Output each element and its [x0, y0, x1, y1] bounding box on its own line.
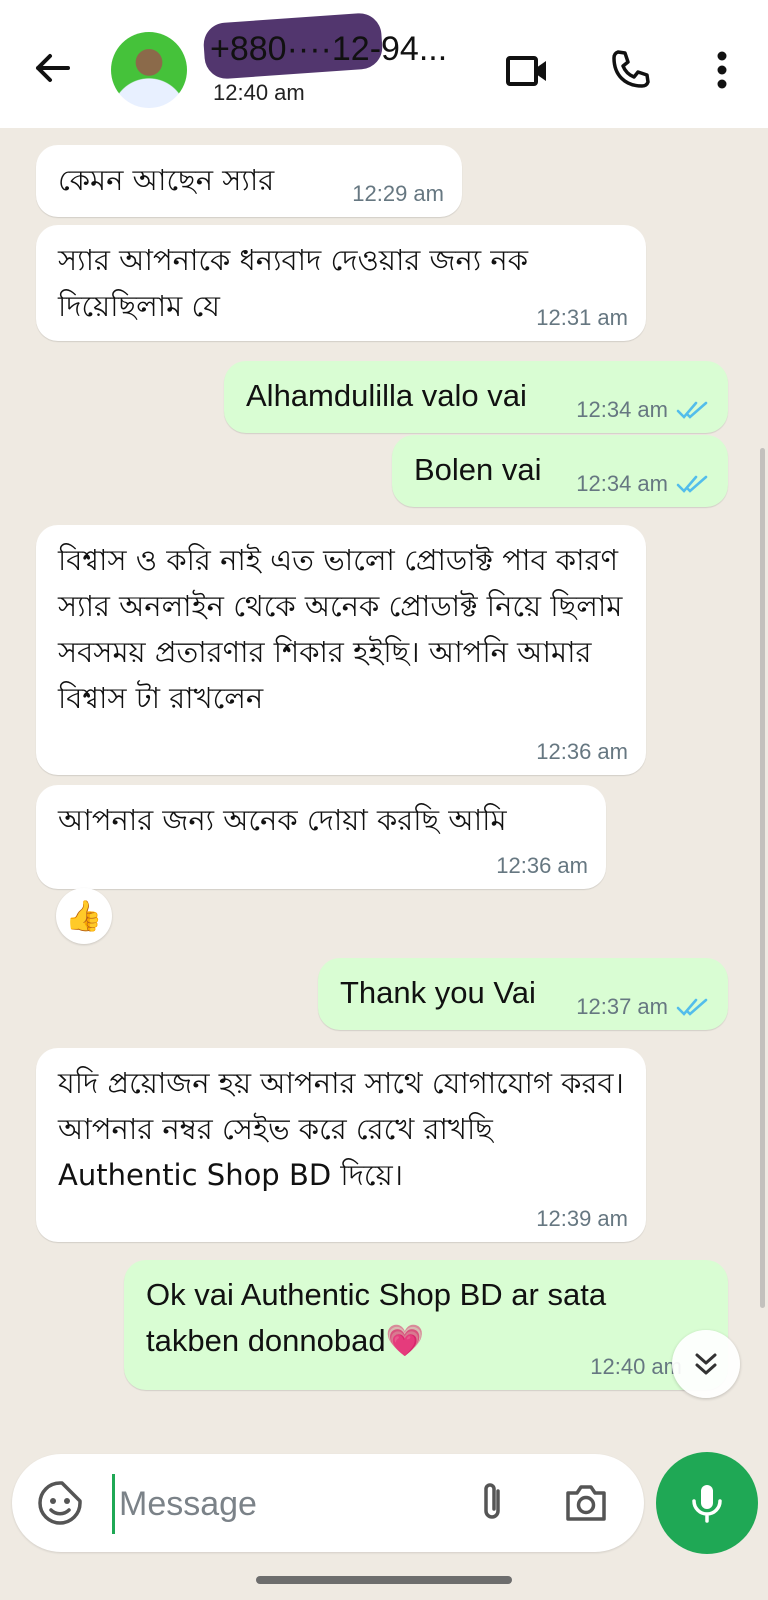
contact-name[interactable]: +880····12-94...	[210, 30, 447, 69]
outgoing-message[interactable]: Bolen vai 12:34 am	[392, 435, 728, 507]
message-time: 12:36 am	[496, 853, 588, 878]
read-receipt-icon	[676, 998, 708, 1016]
camera-icon[interactable]	[562, 1479, 610, 1527]
message-time-label: 12:37 am	[576, 994, 668, 1019]
message-list[interactable]: কেমন আছেন স্যার 12:29 am স্যার আপনাকে ধন…	[0, 128, 768, 1430]
incoming-message[interactable]: কেমন আছেন স্যার 12:29 am	[36, 145, 462, 217]
message-time: 12:37 am	[576, 994, 710, 1020]
message-time-label: 12:34 am	[576, 397, 668, 422]
outgoing-message[interactable]: Thank you Vai 12:37 am	[318, 958, 728, 1030]
sticker-icon[interactable]	[36, 1479, 84, 1527]
attach-icon[interactable]	[468, 1479, 516, 1527]
incoming-message[interactable]: স্যার আপনাকে ধন্যবাদ দেওয়ার জন্য নক দিয…	[36, 225, 646, 341]
scroll-to-bottom-button[interactable]	[672, 1330, 740, 1398]
outgoing-message[interactable]: Alhamdulilla valo vai 12:34 am	[224, 361, 728, 433]
video-call-icon[interactable]	[504, 46, 552, 94]
more-options-icon[interactable]	[698, 46, 746, 94]
incoming-message[interactable]: যদি প্রয়োজন হয় আপনার সাথে যোগাযোগ করব।…	[36, 1048, 646, 1242]
back-arrow-icon[interactable]	[28, 44, 76, 92]
message-text: আপনার জন্য অনেক দোয়া করছি আমি	[58, 803, 507, 837]
message-text: যদি প্রয়োজন হয় আপনার সাথে যোগাযোগ করব।…	[58, 1066, 634, 1192]
message-time: 12:34 am	[576, 471, 710, 497]
message-time: 12:34 am	[576, 397, 710, 423]
read-receipt-icon	[676, 475, 708, 493]
message-time: 12:36 am	[536, 739, 628, 764]
message-input[interactable]	[112, 1474, 461, 1534]
incoming-message[interactable]: বিশ্বাস ও করি নাই এত ভালো প্রোডাক্ট পাব …	[36, 525, 646, 775]
thumbs-up-reaction[interactable]: 👍	[56, 888, 112, 944]
message-time: 12:39 am	[536, 1206, 628, 1231]
chat-header: +880····12-94... 12:40 am	[0, 0, 768, 128]
double-chevron-down-icon	[695, 1353, 717, 1375]
last-seen-status: 12:40 am	[213, 80, 305, 105]
message-time: 12:29 am	[352, 181, 444, 206]
scrollbar[interactable]	[760, 448, 765, 1308]
message-time: 12:31 am	[536, 305, 628, 330]
read-receipt-icon	[676, 401, 708, 419]
home-indicator[interactable]	[256, 1576, 512, 1584]
message-text: Ok vai Authentic Shop BD ar sata takben …	[146, 1277, 615, 1358]
mic-icon	[692, 1485, 722, 1523]
outgoing-message[interactable]: Ok vai Authentic Shop BD ar sata takben …	[124, 1260, 728, 1390]
message-text: বিশ্বাস ও করি নাই এত ভালো প্রোডাক্ট পাব …	[58, 543, 632, 715]
voice-message-button[interactable]	[656, 1452, 758, 1554]
contact-avatar[interactable]	[111, 32, 187, 108]
phone-call-icon[interactable]	[606, 46, 654, 94]
message-time-label: 12:34 am	[576, 471, 668, 496]
incoming-message[interactable]: আপনার জন্য অনেক দোয়া করছি আমি 12:36 am	[36, 785, 606, 889]
message-composer	[12, 1454, 644, 1552]
message-time: 12:40 am	[590, 1354, 682, 1379]
